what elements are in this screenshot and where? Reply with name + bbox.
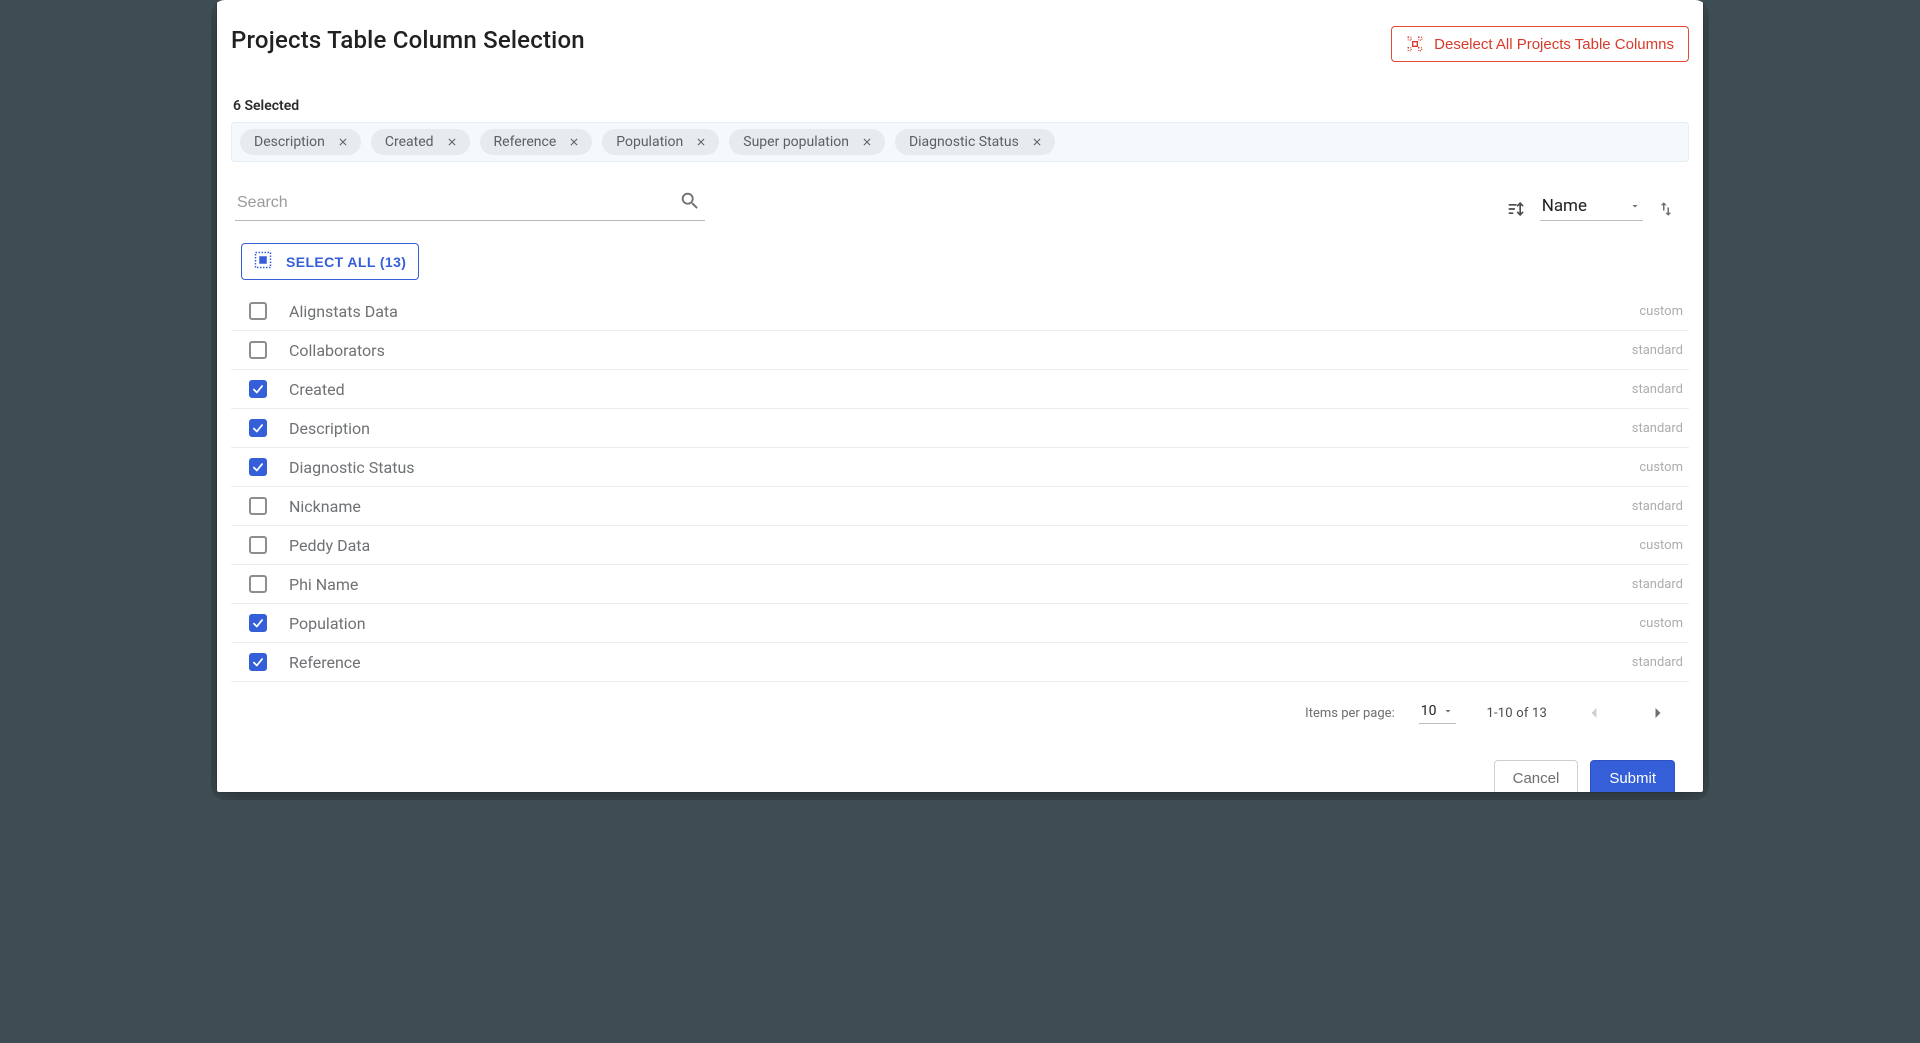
chip-remove-icon[interactable] — [693, 134, 709, 150]
chip-remove-icon[interactable] — [335, 134, 351, 150]
selected-count: 6 Selected — [233, 98, 1689, 114]
deselect-all-label: Deselect All Projects Table Columns — [1434, 36, 1674, 53]
column-selection-dialog: Projects Table Column Selection — [217, 0, 1703, 792]
column-checkbox[interactable] — [249, 380, 267, 398]
selected-chip: Description — [240, 129, 361, 155]
deselect-all-icon — [1406, 35, 1424, 53]
column-type: standard — [1632, 343, 1683, 358]
chip-label: Description — [254, 134, 325, 150]
column-type: custom — [1639, 616, 1683, 631]
column-row[interactable]: Phi Namestandard — [231, 565, 1689, 604]
column-label: Population — [289, 614, 1639, 633]
column-checkbox[interactable] — [249, 497, 267, 515]
column-label: Nickname — [289, 497, 1632, 516]
search-field — [235, 188, 705, 221]
items-per-page-value: 10 — [1421, 703, 1437, 719]
search-icon — [679, 190, 701, 216]
chip-label: Diagnostic Status — [909, 134, 1019, 150]
select-all-button[interactable]: SELECT ALL (13) — [241, 243, 419, 280]
pager-range: 1-10 of 13 — [1486, 706, 1547, 721]
chip-label: Created — [385, 134, 434, 150]
column-checkbox[interactable] — [249, 419, 267, 437]
chip-remove-icon[interactable] — [859, 134, 875, 150]
column-row[interactable]: Diagnostic Statuscustom — [231, 448, 1689, 487]
column-checkbox[interactable] — [249, 302, 267, 320]
column-list: Alignstats DatacustomCollaboratorsstanda… — [231, 292, 1689, 682]
sort-field-label: Name — [1542, 196, 1587, 216]
sort-lines-icon — [1506, 199, 1526, 219]
column-label: Peddy Data — [289, 536, 1639, 555]
chip-label: Super population — [743, 134, 849, 150]
chip-label: Population — [616, 134, 683, 150]
column-type: standard — [1632, 382, 1683, 397]
chevron-down-icon — [1629, 200, 1641, 212]
column-checkbox[interactable] — [249, 536, 267, 554]
dialog-title: Projects Table Column Selection — [231, 26, 585, 54]
cancel-button[interactable]: Cancel — [1494, 760, 1579, 792]
column-checkbox[interactable] — [249, 458, 267, 476]
chip-remove-icon[interactable] — [1029, 134, 1045, 150]
column-label: Diagnostic Status — [289, 458, 1639, 477]
column-row[interactable]: Populationcustom — [231, 604, 1689, 643]
column-checkbox[interactable] — [249, 653, 267, 671]
column-checkbox[interactable] — [249, 341, 267, 359]
column-row[interactable]: Nicknamestandard — [231, 487, 1689, 526]
column-row[interactable]: Collaboratorsstandard — [231, 331, 1689, 370]
select-all-label: SELECT ALL (13) — [286, 254, 406, 270]
column-checkbox[interactable] — [249, 575, 267, 593]
column-label: Collaborators — [289, 341, 1632, 360]
column-row[interactable]: Referencestandard — [231, 643, 1689, 682]
chevron-down-icon — [1442, 705, 1454, 717]
column-row[interactable]: Createdstandard — [231, 370, 1689, 409]
sort-field-select[interactable]: Name — [1540, 196, 1643, 221]
selected-chip: Created — [371, 129, 470, 155]
column-type: custom — [1639, 460, 1683, 475]
submit-button[interactable]: Submit — [1590, 760, 1675, 792]
column-label: Phi Name — [289, 575, 1632, 594]
sort-direction-toggle[interactable] — [1657, 200, 1675, 218]
items-per-page-label: Items per page: — [1305, 706, 1395, 721]
column-label: Reference — [289, 653, 1632, 672]
column-type: custom — [1639, 538, 1683, 553]
column-type: standard — [1632, 421, 1683, 436]
column-type: custom — [1639, 304, 1683, 319]
column-label: Description — [289, 419, 1632, 438]
chip-remove-icon[interactable] — [444, 134, 460, 150]
chip-label: Reference — [494, 134, 557, 150]
column-type: standard — [1632, 499, 1683, 514]
column-row[interactable]: Alignstats Datacustom — [231, 292, 1689, 331]
selected-chip-bar: Description Created Reference Population Sup… — [231, 122, 1689, 162]
deselect-all-button[interactable]: Deselect All Projects Table Columns — [1391, 26, 1689, 62]
column-row[interactable]: Peddy Datacustom — [231, 526, 1689, 565]
select-all-icon — [254, 251, 272, 272]
column-row[interactable]: Descriptionstandard — [231, 409, 1689, 448]
pager-next-button[interactable] — [1641, 696, 1675, 730]
selected-chip: Super population — [729, 129, 885, 155]
pager: Items per page: 10 1-10 of 13 — [231, 682, 1689, 730]
pager-prev-button[interactable] — [1577, 696, 1611, 730]
selected-chip: Reference — [480, 129, 593, 155]
chip-remove-icon[interactable] — [566, 134, 582, 150]
selected-chip: Diagnostic Status — [895, 129, 1055, 155]
column-label: Created — [289, 380, 1632, 399]
column-type: standard — [1632, 655, 1683, 670]
column-type: standard — [1632, 577, 1683, 592]
search-input[interactable] — [235, 188, 705, 221]
column-label: Alignstats Data — [289, 302, 1639, 321]
selected-chip: Population — [602, 129, 719, 155]
column-checkbox[interactable] — [249, 614, 267, 632]
items-per-page-select[interactable]: 10 — [1419, 703, 1457, 724]
